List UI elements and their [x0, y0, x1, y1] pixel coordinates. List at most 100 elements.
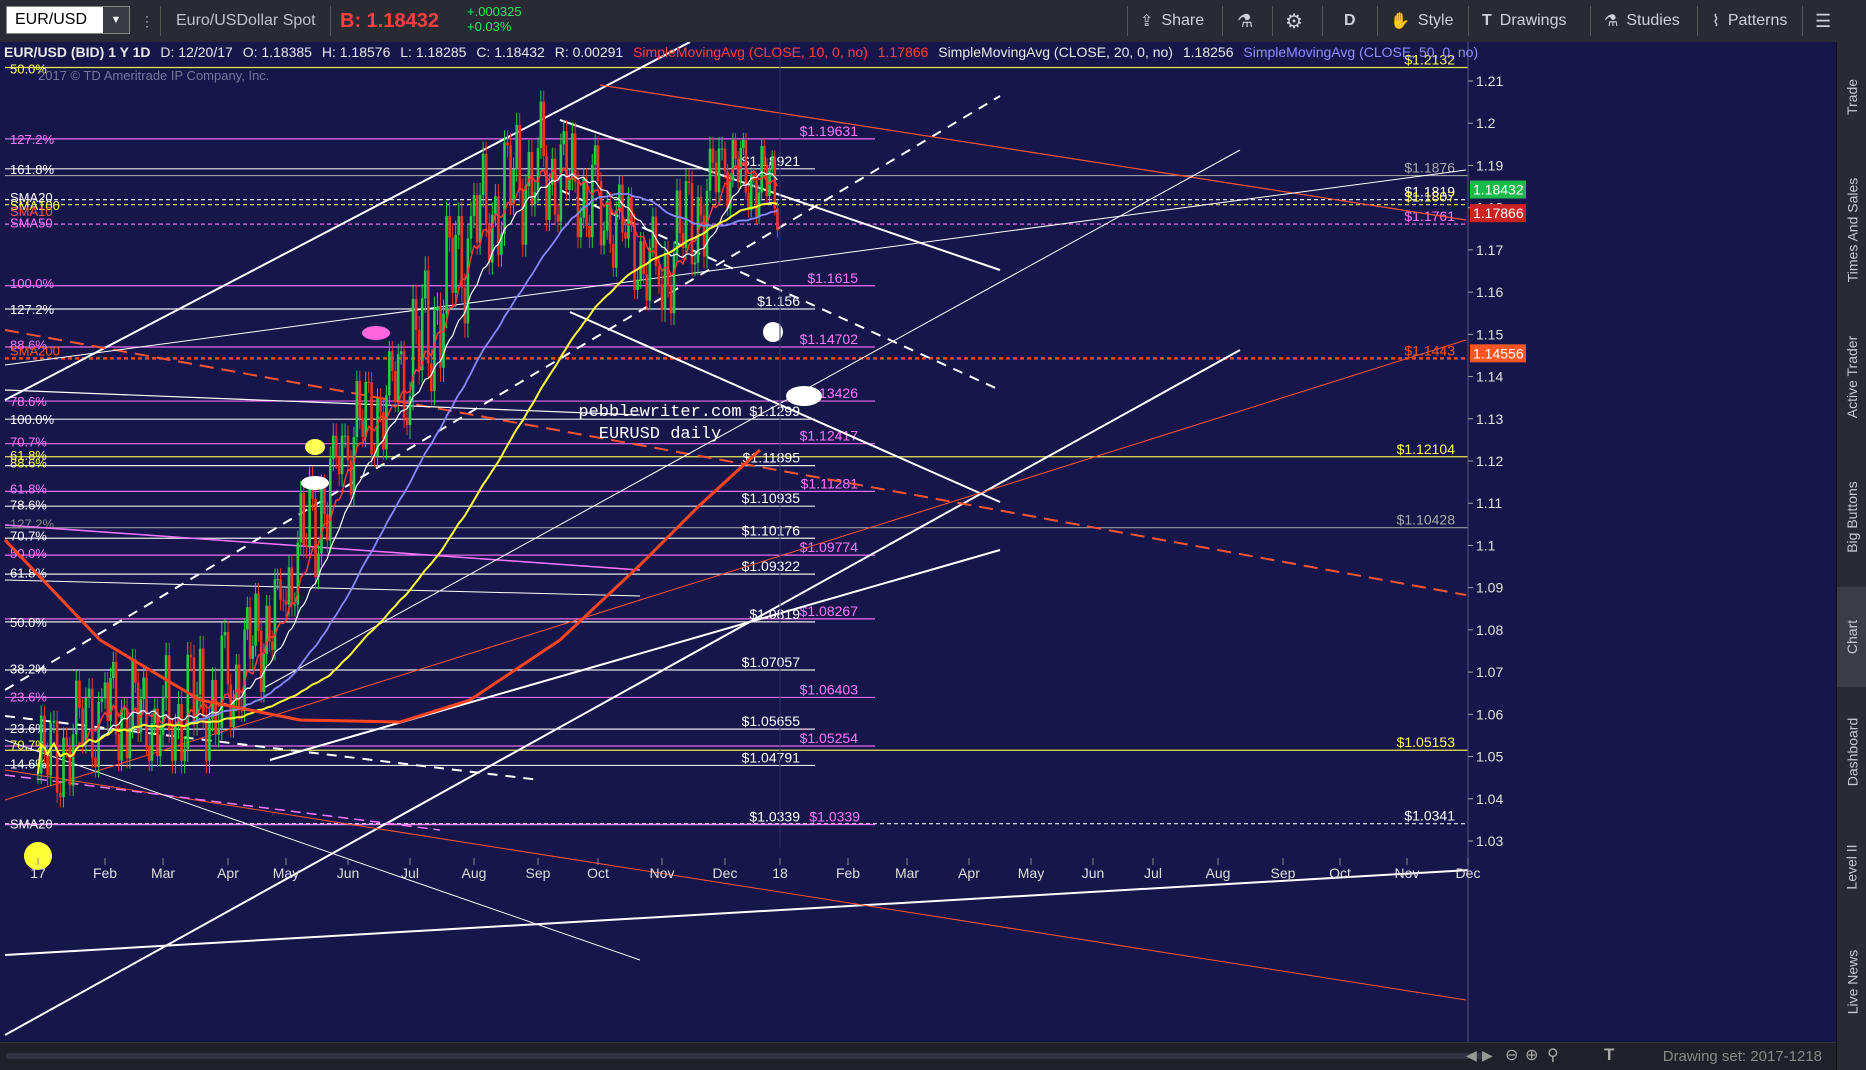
candle-body [699, 197, 703, 216]
price-level-label: $1.19631 [800, 123, 859, 139]
candle-body [494, 196, 497, 215]
symbol-description: Euro/USDollar Spot [176, 12, 316, 29]
studies-button[interactable]: ⚗ Studies [1604, 0, 1680, 42]
candle-body [84, 697, 88, 744]
candle-body [457, 216, 461, 235]
price-chart[interactable]: $1.2132$1.19631$1.18921 $1.1876$1.1819$1.… [0, 41, 1836, 1042]
last-price-label: 1.14556 [1473, 345, 1524, 361]
scroll-left-icon[interactable]: ◀ [1466, 1047, 1477, 1064]
divider [1272, 6, 1273, 36]
time-tick-label: Apr [958, 865, 980, 881]
candle-body [367, 382, 370, 384]
time-tick-label: Dec [713, 865, 738, 881]
candle-body [536, 148, 540, 193]
time-tick-label: Oct [587, 865, 609, 881]
candle-body [388, 351, 391, 396]
grip-icon[interactable]: ⋮ [140, 0, 154, 42]
tab-active-trader[interactable]: Active Trader [1837, 307, 1866, 447]
candle-body [714, 162, 718, 193]
candle-body [128, 727, 132, 759]
sma10-label: SimpleMovingAvg (CLOSE, 10, 0, no) [633, 44, 868, 60]
tab-trade[interactable]: Trade [1837, 42, 1866, 152]
candle-body [469, 216, 473, 239]
price-tick-label: 1.04 [1476, 791, 1503, 807]
menu-icon[interactable]: ☰ [1815, 0, 1831, 42]
symbol-input[interactable]: EUR/USD ▼ [6, 6, 130, 34]
candle-body [717, 148, 721, 193]
tab-chart[interactable]: Chart [1837, 587, 1866, 687]
price-tick-label: 1.11 [1476, 495, 1502, 511]
chart-area[interactable]: $1.2132 $1.19631 $1.18921 $1.1876 $1.1819 $1.… [0, 41, 1836, 1042]
patterns-button[interactable]: ⌇ Patterns [1712, 0, 1787, 42]
candle-body [314, 498, 317, 578]
text-tool-icon[interactable]: T [1604, 1045, 1614, 1065]
fib-label: 50.0% [10, 546, 47, 561]
candle-body [460, 216, 464, 288]
gear-icon[interactable]: ⚙ [1285, 0, 1303, 42]
fib-label: 88.6% [10, 456, 47, 471]
divider [1468, 6, 1469, 36]
tab-dashboard[interactable]: Dashboard [1837, 692, 1866, 812]
candle-body [726, 171, 729, 209]
candle-body [174, 726, 177, 761]
candle-body [281, 599, 285, 601]
tab-times-and-sales[interactable]: Times And Sales [1837, 157, 1866, 302]
candle-body [642, 241, 646, 275]
divider [1322, 6, 1323, 36]
candle-body [711, 148, 715, 163]
candle-body [97, 701, 100, 768]
candle-body [340, 435, 344, 475]
tab-big-buttons[interactable]: Big Buttons [1837, 452, 1866, 582]
candle-body [645, 274, 649, 301]
price-level-label: $1.12104 [1397, 441, 1456, 457]
price-level-label: $1.05254 [800, 730, 859, 746]
candle-body [370, 382, 373, 455]
time-tick-label: Aug [1206, 865, 1231, 881]
price-level-label: $1.14702 [800, 331, 859, 347]
price-level-label: $1.07057 [742, 654, 801, 670]
scroll-right-icon[interactable]: ▶ [1482, 1047, 1493, 1064]
zoom-in-icon[interactable]: ⚲ [1547, 1045, 1559, 1065]
tab-live-news[interactable]: Live News [1837, 922, 1866, 1042]
chevron-down-icon[interactable]: ▼ [103, 7, 129, 33]
price-tick-label: 1.14 [1476, 369, 1503, 385]
candle-body [463, 287, 467, 324]
flask-icon[interactable]: ⚗ [1237, 0, 1253, 42]
candle-body [257, 593, 260, 631]
time-tick-label: May [273, 865, 299, 881]
style-button[interactable]: ✋ Style [1390, 0, 1454, 42]
candle-body [570, 133, 574, 180]
price-level-label: $1.1876 [1404, 160, 1455, 176]
scrollbar[interactable] [6, 1053, 1486, 1059]
period-button[interactable]: D [1344, 0, 1356, 42]
candle-body [276, 579, 280, 581]
copyright: 2017 © TD Ameritrade IP Company, Inc. [38, 68, 270, 83]
share-button[interactable]: ⇪ Share [1140, 0, 1204, 42]
candle-body [68, 747, 72, 786]
candle-body [355, 381, 359, 438]
change-percent: +0.03% [467, 19, 512, 34]
tab-level-ii[interactable]: Level II [1837, 817, 1866, 917]
text-tool-icon: T [1482, 12, 1492, 29]
zoom-out-icon[interactable]: ⊖ [1505, 1045, 1518, 1065]
price-tick-label: 1.07 [1476, 664, 1503, 680]
candle-body [475, 195, 479, 243]
candle-body [94, 757, 97, 768]
fib-label: SMA200 [10, 343, 60, 358]
candle-body [290, 567, 294, 605]
fib-label: SMA50 [10, 215, 53, 230]
time-tick-label: Jul [401, 865, 419, 881]
price-level-label: $1.06403 [800, 681, 859, 697]
candle-body [248, 607, 252, 659]
candle-body [328, 458, 332, 541]
price-level-label: $1.04791 [742, 749, 801, 765]
drawings-button[interactable]: T Drawings [1482, 0, 1566, 42]
candle-body [693, 262, 697, 265]
pan-icon[interactable]: ⊕ [1525, 1045, 1538, 1065]
candle-body [478, 194, 482, 243]
time-tick-label: Apr [217, 865, 239, 881]
sma20-label: SimpleMovingAvg (CLOSE, 20, 0, no) [938, 44, 1173, 60]
candle-body [147, 745, 151, 761]
time-tick-label: Nov [650, 865, 675, 881]
candle-body [762, 145, 766, 166]
